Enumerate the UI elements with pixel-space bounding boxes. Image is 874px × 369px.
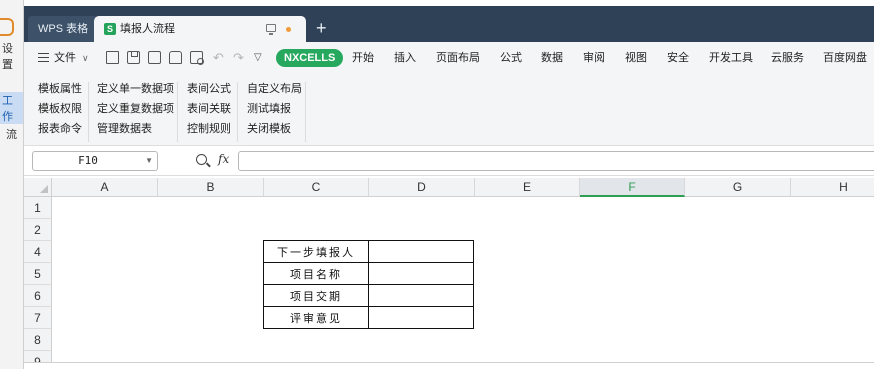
ribbon-divider — [88, 82, 89, 142]
background-app-icon — [0, 18, 14, 36]
redo-icon[interactable]: ↷ — [232, 51, 245, 64]
menu-item-cloud-services[interactable]: 云服务 — [771, 42, 804, 74]
row-header-6[interactable]: 6 — [24, 285, 52, 307]
print-preview-icon[interactable] — [190, 51, 204, 65]
close-template-button[interactable]: 关闭模板 — [247, 119, 291, 139]
define-repeat-item-button[interactable]: 定义重复数据项 — [97, 99, 174, 119]
background-text-fragment: 设置 — [2, 43, 13, 71]
unsaved-dot-icon — [286, 27, 291, 32]
row-header-8[interactable]: 8 — [24, 329, 52, 351]
cell-label-next-filler[interactable]: 下一步填报人 — [263, 240, 369, 263]
menu-item-formulas[interactable]: 公式 — [500, 42, 522, 74]
menu-item-developer[interactable]: 开发工具 — [709, 42, 753, 74]
nxcells-tab[interactable]: NXCELLS — [276, 49, 344, 67]
save-icon[interactable] — [127, 51, 140, 64]
menu-item-review[interactable]: 审阅 — [583, 42, 605, 74]
chevron-down-icon[interactable]: ▼ — [145, 156, 153, 165]
name-box-value: F10 — [78, 154, 98, 167]
column-header-h[interactable]: H — [791, 178, 874, 197]
column-header-e[interactable]: E — [475, 178, 580, 197]
control-rules-button[interactable]: 控制规则 — [187, 119, 231, 139]
wps-spreadsheet-window: WPS 表格 S 填报人流程 + 文件 ∨ ↶ ↷ ▽ NXCELLS 开始 插… — [24, 6, 874, 363]
cell-label-review-opinion[interactable]: 评审意见 — [263, 306, 369, 329]
cell-label-project-delivery[interactable]: 项目交期 — [263, 284, 369, 307]
row-header-1[interactable]: 1 — [24, 197, 52, 219]
menu-item-baidu-netdisk[interactable]: 百度网盘 — [823, 42, 867, 74]
template-permissions-button[interactable]: 模板权限 — [38, 99, 82, 119]
file-menu-button[interactable]: 文件 — [54, 42, 76, 74]
nxcells-ribbon: 模板属性 模板权限 报表命令 定义单一数据项 定义重复数据项 管理数据表 表间公… — [24, 74, 874, 146]
quick-access-more-icon[interactable]: ▽ — [254, 51, 267, 64]
name-box[interactable]: F10 ▼ — [32, 151, 158, 171]
document-title: 填报人流程 — [120, 23, 175, 35]
title-tab-bar: WPS 表格 S 填报人流程 + — [24, 6, 874, 42]
column-header-c[interactable]: C — [264, 178, 369, 197]
ribbon-divider — [237, 82, 238, 142]
background-text-fragment: 流 — [6, 129, 17, 141]
zoom-search-icon[interactable] — [196, 154, 207, 165]
formula-bar: F10 ▼ fx — [24, 146, 874, 176]
background-window-strip: 设置 工作 流 — [0, 0, 24, 369]
report-commands-button[interactable]: 报表命令 — [38, 119, 82, 139]
open-folder-icon[interactable] — [106, 51, 119, 64]
formula-input[interactable] — [238, 151, 874, 171]
cell-value-project-name[interactable] — [368, 262, 474, 285]
tab-wps-sheets[interactable]: WPS 表格 — [28, 16, 99, 42]
menu-item-view[interactable]: 视图 — [625, 42, 647, 74]
test-fill-button[interactable]: 测试填报 — [247, 99, 291, 119]
table-row: 项目交期 — [263, 284, 474, 307]
table-row: 项目名称 — [263, 262, 474, 285]
row-header-5[interactable]: 5 — [24, 263, 52, 285]
print-icon[interactable] — [169, 51, 182, 64]
row-header-7[interactable]: 7 — [24, 307, 52, 329]
chevron-down-icon[interactable]: ∨ — [82, 42, 89, 74]
menu-item-home[interactable]: 开始 — [352, 42, 374, 74]
column-header-f[interactable]: F — [580, 178, 685, 197]
manage-data-tables-button[interactable]: 管理数据表 — [97, 119, 152, 139]
column-header-a[interactable]: A — [52, 178, 158, 197]
menu-item-insert[interactable]: 插入 — [394, 42, 416, 74]
background-text-fragment: 工作 — [0, 92, 23, 124]
worksheet-grid: A B C D E F G H 1 2 4 5 6 7 8 9 下一步填报人 项… — [24, 176, 874, 362]
sheet-file-icon: S — [104, 23, 116, 35]
tab-document[interactable]: S 填报人流程 — [94, 16, 306, 42]
custom-layout-button[interactable]: 自定义布局 — [247, 79, 302, 99]
export-icon[interactable] — [148, 51, 161, 64]
form-table: 下一步填报人 项目名称 项目交期 评审意见 — [263, 240, 474, 329]
row-header-9[interactable]: 9 — [24, 351, 52, 362]
inter-table-link-button[interactable]: 表间关联 — [187, 99, 231, 119]
template-properties-button[interactable]: 模板属性 — [38, 79, 82, 99]
menu-bar: 文件 ∨ ↶ ↷ ▽ NXCELLS 开始 插入 页面布局 公式 数据 审阅 视… — [24, 42, 874, 74]
insert-function-button[interactable]: fx — [218, 152, 229, 166]
inter-table-formula-button[interactable]: 表间公式 — [187, 79, 231, 99]
menu-item-data[interactable]: 数据 — [541, 42, 563, 74]
undo-icon[interactable]: ↶ — [212, 51, 225, 64]
cell-value-review-opinion[interactable] — [368, 306, 474, 329]
menu-item-page-layout[interactable]: 页面布局 — [436, 42, 480, 74]
define-single-item-button[interactable]: 定义单一数据项 — [97, 79, 174, 99]
table-row: 下一步填报人 — [263, 240, 474, 263]
window-mode-icon[interactable] — [266, 24, 276, 35]
select-all-corner[interactable] — [24, 178, 52, 197]
column-header-d[interactable]: D — [369, 178, 475, 197]
ribbon-divider — [177, 82, 178, 142]
cell-label-project-name[interactable]: 项目名称 — [263, 262, 369, 285]
new-tab-button[interactable]: + — [316, 16, 327, 40]
cell-value-next-filler[interactable] — [368, 240, 474, 263]
row-header-2[interactable]: 2 — [24, 219, 52, 241]
column-header-b[interactable]: B — [158, 178, 264, 197]
menu-item-security[interactable]: 安全 — [667, 42, 689, 74]
table-row: 评审意见 — [263, 306, 474, 329]
ribbon-divider — [305, 82, 306, 142]
hamburger-menu-icon[interactable] — [38, 53, 49, 62]
row-header-4[interactable]: 4 — [24, 241, 52, 263]
column-header-g[interactable]: G — [685, 178, 791, 197]
cell-value-project-delivery[interactable] — [368, 284, 474, 307]
